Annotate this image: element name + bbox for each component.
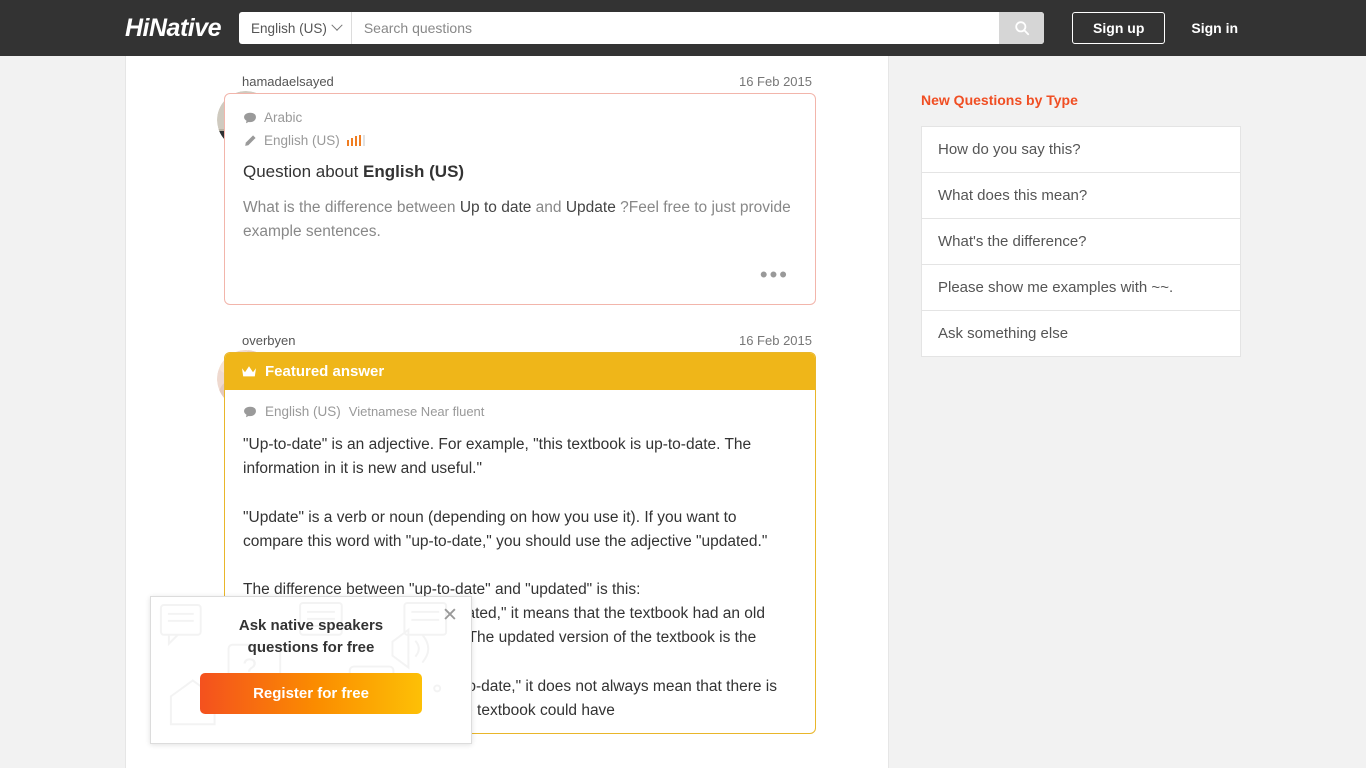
sidebar-title: New Questions by Type xyxy=(921,92,1078,108)
answer-language: English (US) xyxy=(265,404,341,420)
question-more-menu-button[interactable]: ••• xyxy=(243,244,797,292)
new-questions-by-type-list: How do you say this? What does this mean… xyxy=(921,126,1241,357)
question-card: Arabic English (US) Question about Engli… xyxy=(224,93,816,306)
question-avatar-col xyxy=(126,74,275,305)
question-term-one: Up to date xyxy=(459,199,532,216)
crown-icon xyxy=(242,366,256,377)
question-learning-language-row: English (US) xyxy=(243,133,797,148)
signup-button[interactable]: Sign up xyxy=(1072,12,1166,44)
question-author[interactable]: hamadaelsayed xyxy=(242,74,334,89)
site-logo[interactable]: HiNative xyxy=(125,14,222,43)
sidebar-item-what-does-this-mean[interactable]: What does this mean? xyxy=(922,173,1240,219)
speech-bubble-icon xyxy=(244,406,256,417)
question-learning-language: English (US) xyxy=(264,133,340,148)
answer-timestamp: 16 Feb 2015 xyxy=(738,333,812,349)
search-bar: English (US) xyxy=(239,12,1045,44)
chevron-down-icon xyxy=(331,19,343,31)
answer-language-sub: Vietnamese Near fluent xyxy=(348,404,485,420)
search-button[interactable] xyxy=(999,12,1045,44)
question-post: hamadaelsayed 16 Feb 2015 Arabic English… xyxy=(126,56,888,306)
promo-content: Ask native speakers questions for free R… xyxy=(151,597,471,714)
speech-bubble-icon xyxy=(244,112,256,123)
page-body: hamadaelsayed 16 Feb 2015 Arabic English… xyxy=(0,56,1366,768)
question-title-language: English (US) xyxy=(363,162,465,181)
question-timestamp: 16 Feb 2015 xyxy=(738,74,812,89)
question-body-pre: What is the difference between xyxy=(243,199,460,216)
register-promo-popup: ? Ask native speakers questions for free… xyxy=(150,596,472,744)
answer-language-row: English (US) Vietnamese Near fluent xyxy=(243,404,797,419)
close-icon[interactable]: ✕ xyxy=(439,605,461,627)
main-content: hamadaelsayed 16 Feb 2015 Arabic English… xyxy=(125,56,889,768)
answer-author[interactable]: overbyen xyxy=(242,333,295,348)
sidebar-item-ask-something-else[interactable]: Ask something else xyxy=(922,311,1240,356)
question-meta: hamadaelsayed 16 Feb 2015 xyxy=(224,74,816,93)
promo-title: Ask native speakers questions for free xyxy=(238,617,384,656)
language-selector-label: English (US) xyxy=(251,20,327,36)
pencil-icon xyxy=(245,134,256,146)
question-card-wrap: hamadaelsayed 16 Feb 2015 Arabic English… xyxy=(224,74,816,306)
question-title: Question about English (US) xyxy=(243,162,797,182)
featured-answer-label: Featured answer xyxy=(265,363,385,381)
question-title-prefix: Question about xyxy=(243,162,364,181)
answer-meta: overbyen 16 Feb 2015 xyxy=(224,333,816,352)
signin-link[interactable]: Sign in xyxy=(1191,20,1238,36)
question-term-two: Update xyxy=(565,199,616,216)
proficiency-bars-icon xyxy=(346,135,366,146)
question-body-mid: and xyxy=(531,199,566,216)
register-for-free-button[interactable]: Register for free xyxy=(200,672,422,714)
language-selector[interactable]: English (US) xyxy=(239,12,352,44)
sidebar-item-whats-the-difference[interactable]: What's the difference? xyxy=(922,219,1240,265)
question-native-language: Arabic xyxy=(264,110,303,125)
search-icon xyxy=(1014,21,1029,36)
sidebar: New Questions by Type How do you say thi… xyxy=(889,56,1366,768)
question-body: What is the difference between Up to dat… xyxy=(243,196,797,244)
sidebar-item-show-me-examples[interactable]: Please show me examples with ~~. xyxy=(922,265,1240,311)
search-input[interactable] xyxy=(351,12,1000,44)
sidebar-item-how-do-you-say-this[interactable]: How do you say this? xyxy=(922,127,1240,173)
question-native-language-row: Arabic xyxy=(243,110,797,125)
featured-answer-banner: Featured answer xyxy=(225,353,815,391)
site-header: HiNative English (US) Sign up Sign in xyxy=(0,0,1366,56)
